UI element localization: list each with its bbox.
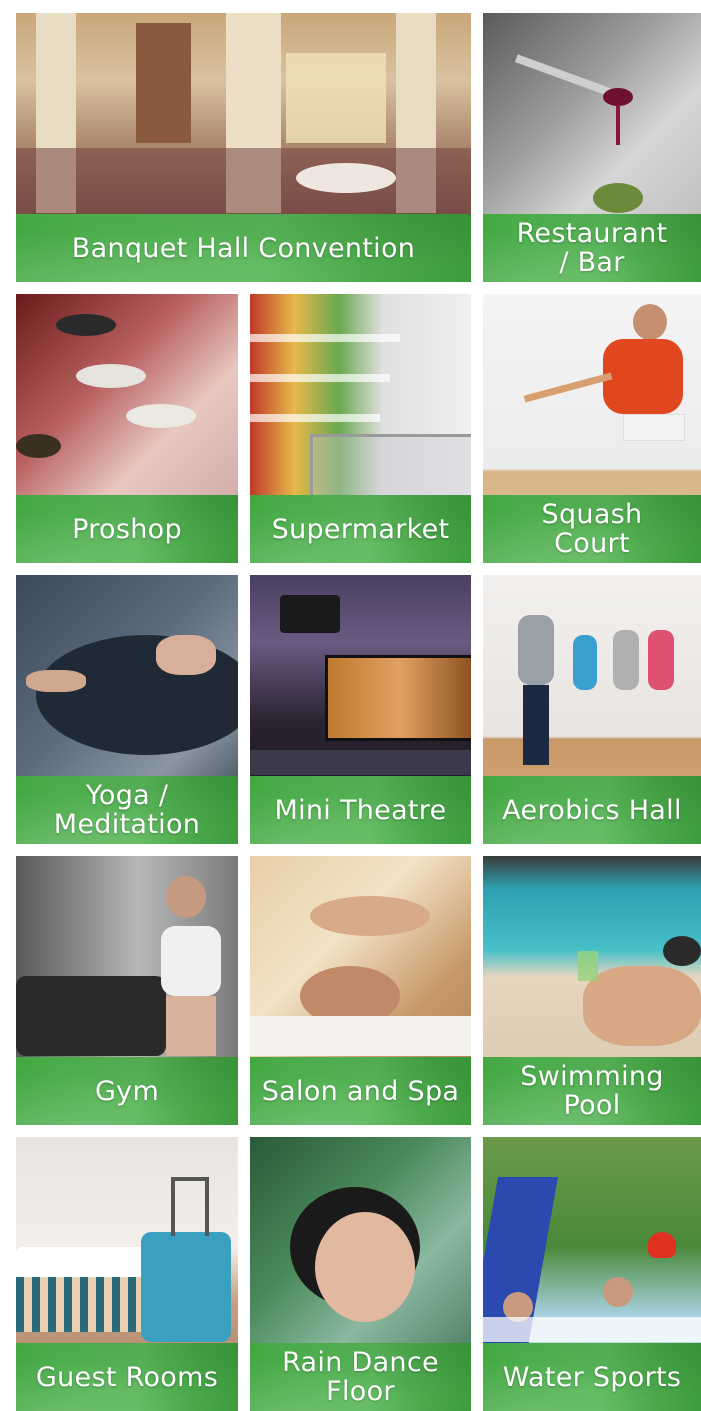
banquet-hall-label-band: Banquet Hall Convention — [16, 214, 471, 282]
salon-spa-label: Salon and Spa — [261, 1075, 460, 1107]
aerobics-hall-label-band: Aerobics Hall — [483, 776, 701, 844]
proshop-label-band: Proshop — [16, 495, 238, 563]
salon-spa-label-band: Salon and Spa — [250, 1057, 471, 1125]
squash-court-label: Squash Court — [541, 499, 643, 559]
water-sports-label: Water Sports — [502, 1361, 682, 1393]
yoga-meditation-label: Yoga / Meditation — [53, 780, 201, 840]
tile-gym[interactable]: Gym — [16, 856, 238, 1125]
tile-guest-rooms[interactable]: Guest Rooms — [16, 1137, 238, 1411]
guest-rooms-label: Guest Rooms — [35, 1361, 219, 1393]
yoga-meditation-label-band: Yoga / Meditation — [16, 776, 238, 844]
restaurant-bar-label: Restaurant / Bar — [516, 218, 668, 278]
tile-yoga-meditation[interactable]: Yoga / Meditation — [16, 575, 238, 844]
tile-rain-dance-floor[interactable]: Rain Dance Floor — [250, 1137, 471, 1411]
proshop-label: Proshop — [72, 513, 182, 545]
aerobics-hall-label: Aerobics Hall — [502, 794, 682, 826]
supermarket-label-band: Supermarket — [250, 495, 471, 563]
supermarket-label: Supermarket — [271, 513, 450, 545]
mini-theatre-label-band: Mini Theatre — [250, 776, 471, 844]
tile-swimming-pool[interactable]: Swimming Pool — [483, 856, 701, 1125]
tile-mini-theatre[interactable]: Mini Theatre — [250, 575, 471, 844]
tile-restaurant-bar[interactable]: Restaurant / Bar — [483, 13, 701, 282]
swimming-pool-label: Swimming Pool — [520, 1061, 664, 1121]
tile-banquet-hall[interactable]: Banquet Hall Convention — [16, 13, 471, 282]
tile-salon-spa[interactable]: Salon and Spa — [250, 856, 471, 1125]
rain-dance-floor-label: Rain Dance Floor — [282, 1347, 439, 1407]
tile-water-sports[interactable]: Water Sports — [483, 1137, 701, 1411]
tile-squash-court[interactable]: Squash Court — [483, 294, 701, 563]
tile-aerobics-hall[interactable]: Aerobics Hall — [483, 575, 701, 844]
rain-dance-floor-label-band: Rain Dance Floor — [250, 1343, 471, 1411]
water-sports-label-band: Water Sports — [483, 1343, 701, 1411]
tile-supermarket[interactable]: Supermarket — [250, 294, 471, 563]
restaurant-bar-label-band: Restaurant / Bar — [483, 214, 701, 282]
mini-theatre-label: Mini Theatre — [274, 794, 447, 826]
banquet-hall-label: Banquet Hall Convention — [71, 232, 416, 264]
squash-court-label-band: Squash Court — [483, 495, 701, 563]
swimming-pool-label-band: Swimming Pool — [483, 1057, 701, 1125]
tile-proshop[interactable]: Proshop — [16, 294, 238, 563]
gym-label: Gym — [94, 1075, 160, 1107]
gym-label-band: Gym — [16, 1057, 238, 1125]
guest-rooms-label-band: Guest Rooms — [16, 1343, 238, 1411]
amenities-grid: Banquet Hall Convention Restaurant / Bar… — [0, 0, 701, 1411]
